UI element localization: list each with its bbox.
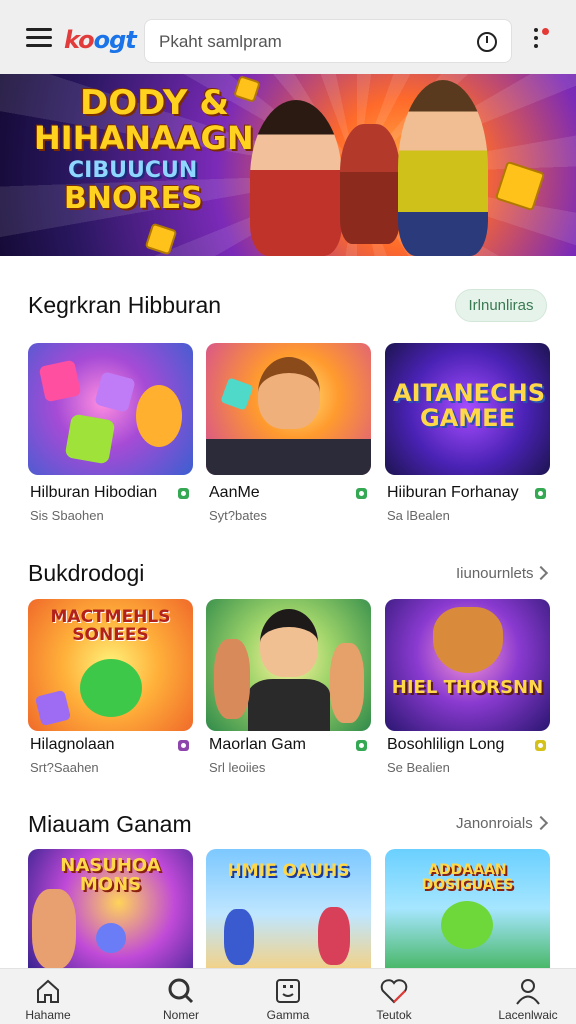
banner-line-1: DODY & bbox=[80, 83, 229, 123]
game-subtitle: Srl leoiies bbox=[209, 760, 266, 775]
character-decoration bbox=[433, 607, 503, 673]
nav-favorites[interactable]: Teutok bbox=[344, 975, 444, 1023]
profile-icon bbox=[516, 979, 540, 1005]
game-card-thumbnail[interactable] bbox=[28, 343, 193, 475]
game-card-thumbnail[interactable] bbox=[206, 599, 371, 731]
character-decoration bbox=[330, 643, 364, 723]
hero-character-2 bbox=[340, 124, 400, 244]
card-title-art: HMIE OAUHS bbox=[227, 861, 350, 881]
game-subtitle: Syt?bates bbox=[209, 508, 267, 523]
nav-home[interactable]: Hahame bbox=[0, 975, 98, 1023]
game-subtitle: Sa lBealen bbox=[387, 508, 450, 523]
card-title-art: AITANECHS GAMEE bbox=[393, 379, 546, 433]
section-title-3: Miauam Ganam bbox=[28, 811, 192, 837]
status-badge bbox=[356, 740, 367, 751]
status-badge bbox=[535, 488, 546, 499]
game-card-thumbnail[interactable]: AITANECHS GAMEE bbox=[385, 343, 550, 475]
nav-search-label: Nomer bbox=[162, 1008, 199, 1022]
dice-decoration bbox=[94, 371, 136, 413]
status-badge bbox=[356, 488, 367, 499]
game-subtitle: Se Bealien bbox=[387, 760, 450, 775]
game-card-thumbnail[interactable]: ADDAAAN DOSIGUAES bbox=[385, 849, 550, 968]
logo-part-1: ko bbox=[64, 26, 95, 54]
chevron-right-icon[interactable] bbox=[533, 815, 549, 831]
section-title-1: Kegrkran Hibburan bbox=[28, 292, 222, 318]
notification-dot bbox=[540, 26, 551, 37]
card-title-art: ADDAAAN DOSIGUAES bbox=[421, 862, 514, 893]
table-decoration bbox=[206, 439, 371, 475]
character-decoration bbox=[441, 901, 493, 949]
character-decoration bbox=[258, 357, 320, 429]
dice-decoration bbox=[64, 413, 116, 465]
bottom-navigation: Hahame Nomer Gamma Teutok Lacenlwaic bbox=[0, 968, 576, 1024]
dice-decoration bbox=[38, 359, 82, 403]
status-badge bbox=[178, 488, 189, 499]
banner-title: DODY & HIHANAAGN CIBUUCUN BNORES bbox=[34, 86, 254, 214]
banner-line-3: CIBUUCUN bbox=[68, 158, 198, 183]
logo-part-2: ogt bbox=[93, 26, 137, 54]
game-card-thumbnail[interactable]: HMIE OAUHS bbox=[206, 849, 371, 968]
card-title-art: MACTMEHLS SONEES bbox=[50, 607, 171, 645]
status-badge bbox=[178, 740, 189, 751]
character-body-decoration bbox=[248, 679, 330, 731]
game-title[interactable]: AanMe bbox=[209, 484, 260, 502]
character-decoration bbox=[32, 889, 76, 968]
hamburger-icon[interactable] bbox=[26, 28, 52, 48]
search-bar[interactable] bbox=[144, 19, 512, 63]
nav-search[interactable]: Nomer bbox=[131, 975, 231, 1023]
top-bar: koogt bbox=[0, 0, 576, 74]
banner-line-2: HIHANAAGN bbox=[34, 119, 254, 157]
game-card-thumbnail[interactable]: NASUHOA MONS bbox=[28, 849, 193, 968]
heart-icon bbox=[380, 979, 408, 1004]
game-card-thumbnail[interactable]: MACTMEHLS SONEES bbox=[28, 599, 193, 731]
section-title-2: Bukdrodogi bbox=[28, 560, 145, 586]
character-decoration bbox=[224, 909, 254, 965]
search-input[interactable] bbox=[159, 29, 459, 55]
game-card-thumbnail[interactable]: HIEL THORSNN bbox=[385, 599, 550, 731]
game-icon bbox=[276, 979, 300, 1003]
banner-line-4: BNORES bbox=[64, 181, 203, 216]
nav-home-label: Hahame bbox=[25, 1008, 71, 1022]
clock-icon[interactable] bbox=[477, 32, 497, 52]
hero-character-1 bbox=[250, 100, 342, 256]
see-all-link-3[interactable]: Janonroials bbox=[456, 815, 533, 832]
game-title[interactable]: Bosohlilign Long bbox=[387, 736, 504, 754]
nav-profile-label: Lacenlwaic bbox=[498, 1008, 558, 1022]
character-decoration bbox=[318, 907, 350, 965]
card-title-art: HIEL THORSNN bbox=[391, 677, 544, 698]
character-decoration bbox=[136, 385, 182, 447]
dice-decoration bbox=[34, 689, 72, 727]
status-badge bbox=[535, 740, 546, 751]
game-title[interactable]: Hiiburan Forhanay bbox=[387, 484, 519, 502]
character-decoration bbox=[260, 609, 318, 677]
search-icon bbox=[168, 978, 194, 1004]
home-icon bbox=[37, 979, 59, 1003]
app-logo[interactable]: koogt bbox=[64, 26, 137, 54]
see-all-button-1[interactable]: Irlnunliras bbox=[455, 289, 547, 322]
game-title[interactable]: Hilburan Hibodian bbox=[30, 484, 157, 502]
character-decoration bbox=[214, 639, 250, 719]
game-title[interactable]: Maorlan Gam bbox=[209, 736, 306, 754]
see-all-link-2[interactable]: Iiunournlets bbox=[456, 565, 534, 582]
game-card-thumbnail[interactable] bbox=[206, 343, 371, 475]
promo-banner[interactable]: DODY & HIHANAAGN CIBUUCUN BNORES bbox=[0, 74, 576, 256]
game-subtitle: Sis Sbaohen bbox=[30, 508, 104, 523]
game-title[interactable]: Hilagnolaan bbox=[30, 736, 115, 754]
hero-character-3 bbox=[398, 80, 488, 256]
nav-favorites-label: Teutok bbox=[376, 1008, 412, 1022]
character-decoration bbox=[80, 659, 142, 717]
game-subtitle: Srt?Saahen bbox=[30, 760, 99, 775]
dice-decoration bbox=[220, 377, 254, 411]
nav-games[interactable]: Gamma bbox=[238, 975, 338, 1023]
chevron-right-icon[interactable] bbox=[533, 565, 549, 581]
nav-profile[interactable]: Lacenlwaic bbox=[478, 975, 576, 1023]
ball-decoration bbox=[96, 923, 126, 953]
nav-games-label: Gamma bbox=[266, 1008, 310, 1022]
